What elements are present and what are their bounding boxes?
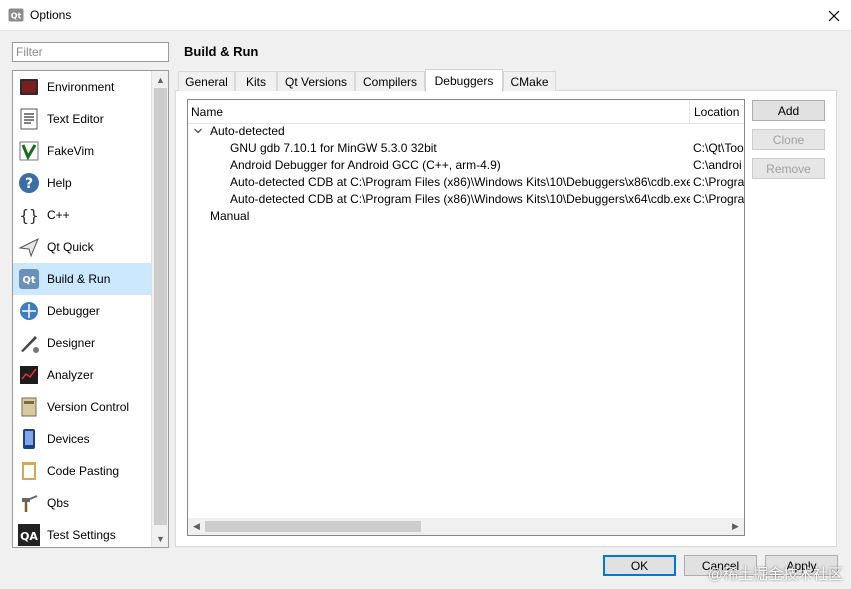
debugger-name: Auto-detected CDB at C:\Program Files (x…	[230, 192, 690, 206]
build-run-icon: Qt	[19, 269, 39, 289]
sidebar-item-cpp[interactable]: {} C++	[13, 199, 151, 231]
sidebar-item-version-control[interactable]: Version Control	[13, 391, 151, 423]
sidebar-item-help[interactable]: ? Help	[13, 167, 151, 199]
group-label-auto-detected: Auto-detected	[210, 124, 285, 138]
column-separator[interactable]	[689, 100, 690, 124]
debugger-location: C:\Progra	[693, 175, 745, 189]
scroll-up-arrow-icon[interactable]: ▲	[152, 71, 168, 88]
fakevim-icon	[19, 141, 39, 161]
debuggers-tree[interactable]: Name Location Auto-detected GNU gdb 7.10…	[187, 99, 745, 536]
svg-text:Qt: Qt	[22, 275, 36, 286]
cpp-icon: {}	[19, 206, 38, 225]
qbs-icon	[22, 495, 38, 512]
sidebar-item-label: Designer	[47, 336, 96, 350]
close-icon	[828, 10, 840, 21]
sidebar-item-build-run[interactable]: Qt Build & Run	[13, 263, 151, 295]
designer-icon	[21, 336, 39, 353]
text-editor-icon	[20, 108, 38, 130]
sidebar-item-test-settings[interactable]: QA Test Settings	[13, 519, 151, 547]
qt-creator-app-icon: Qt	[8, 8, 24, 22]
tab-qt-versions[interactable]: Qt Versions	[277, 71, 355, 91]
sidebar-item-qt-quick[interactable]: Qt Quick	[13, 231, 151, 263]
qt-quick-icon	[18, 237, 39, 258]
tree-group-row[interactable]: Auto-detected	[188, 124, 744, 141]
sidebar-item-label: Build & Run	[47, 272, 111, 286]
sidebar-item-label: Qt Quick	[47, 240, 94, 254]
sidebar-item-devices[interactable]: Devices	[13, 423, 151, 455]
tab-cmake[interactable]: CMake	[503, 71, 556, 91]
chevron-down-icon[interactable]	[192, 125, 204, 137]
analyzer-icon	[20, 366, 38, 384]
sidebar-item-label: Test Settings	[47, 528, 116, 542]
sidebar-item-text-editor[interactable]: Text Editor	[13, 103, 151, 135]
sidebar-item-designer[interactable]: Designer	[13, 327, 151, 359]
sidebar-item-label: Environment	[47, 80, 115, 94]
environment-icon	[20, 79, 38, 95]
sidebar-item-qbs[interactable]: Qbs	[13, 487, 151, 519]
svg-text:?: ?	[25, 176, 33, 192]
table-row[interactable]: Auto-detected CDB at C:\Program Files (x…	[188, 192, 744, 209]
category-scrollbar[interactable]: ▲ ▼	[151, 71, 168, 547]
sidebar-item-label: C++	[47, 208, 70, 222]
scroll-right-arrow-icon[interactable]: ▶	[727, 518, 744, 535]
help-icon: ?	[19, 173, 39, 193]
window-title: Options	[30, 8, 72, 22]
scrollbar-thumb[interactable]	[205, 521, 421, 532]
title-bar: Qt Options	[0, 0, 851, 31]
sidebar-item-label: Version Control	[47, 400, 130, 414]
sidebar-item-label: Debugger	[47, 304, 100, 318]
devices-icon	[23, 429, 35, 449]
sidebar-item-debugger[interactable]: Debugger	[13, 295, 151, 327]
scroll-down-arrow-icon[interactable]: ▼	[152, 530, 168, 547]
sidebar-item-code-pasting[interactable]: Code Pasting	[13, 455, 151, 487]
tab-kits[interactable]: Kits	[235, 71, 277, 91]
page-title: Build & Run	[184, 44, 259, 59]
sidebar-item-label: Devices	[47, 432, 90, 446]
clone-debugger-button[interactable]: Clone	[752, 129, 825, 150]
tab-general[interactable]: General	[178, 71, 235, 91]
version-control-icon	[21, 397, 37, 417]
table-row[interactable]: GNU gdb 7.10.1 for MinGW 5.3.0 32bit C:\…	[188, 141, 744, 158]
sidebar-item-label: Help	[47, 176, 72, 190]
sidebar-item-environment[interactable]: Environment	[13, 71, 151, 103]
category-list[interactable]: Environment Text Editor FakeVim? Help {} C++ Q…	[12, 70, 169, 548]
table-row[interactable]: Auto-detected CDB at C:\Program Files (x…	[188, 175, 744, 192]
tree-group-row[interactable]: Manual	[188, 209, 744, 226]
table-row[interactable]: Android Debugger for Android GCC (C++, a…	[188, 158, 744, 175]
tree-horizontal-scrollbar[interactable]: ◀ ▶	[188, 518, 744, 535]
remove-debugger-button[interactable]: Remove	[752, 158, 825, 179]
scroll-left-arrow-icon[interactable]: ◀	[188, 518, 205, 535]
svg-text:Qt: Qt	[11, 12, 22, 21]
svg-text:QA: QA	[20, 530, 38, 543]
scrollbar-thumb[interactable]	[154, 88, 167, 525]
debugger-icon	[20, 302, 38, 320]
debugger-name: GNU gdb 7.10.1 for MinGW 5.3.0 32bit	[230, 141, 437, 155]
add-debugger-button[interactable]: Add	[752, 100, 825, 121]
close-button[interactable]	[817, 0, 851, 31]
ok-button[interactable]: OK	[603, 555, 676, 576]
tree-header: Name Location	[188, 100, 744, 124]
sidebar-item-label: FakeVim	[47, 144, 95, 158]
debugger-name: Auto-detected CDB at C:\Program Files (x…	[230, 175, 690, 189]
sidebar-item-label: Text Editor	[47, 112, 104, 126]
debugger-location: C:\Progra	[693, 192, 745, 206]
sidebar-item-label: Analyzer	[47, 368, 94, 382]
column-header-name[interactable]: Name	[191, 105, 223, 119]
svg-text:{}: {}	[19, 206, 38, 225]
sidebar-item-label: Code Pasting	[47, 464, 120, 478]
tab-compilers[interactable]: Compilers	[355, 71, 425, 91]
debugger-name: Android Debugger for Android GCC (C++, a…	[230, 158, 501, 172]
test-settings-icon: QA	[18, 524, 40, 546]
sidebar-item-analyzer[interactable]: Analyzer	[13, 359, 151, 391]
debugger-location: C:\Qt\Too	[693, 141, 744, 155]
sidebar-item-fakevim[interactable]: FakeVim	[13, 135, 151, 167]
filter-input[interactable]	[12, 42, 169, 62]
debugger-location: C:\androi	[693, 158, 742, 172]
column-header-location[interactable]: Location	[694, 105, 739, 119]
watermark: @稀土掘金技术社区	[707, 566, 843, 583]
code-pasting-icon	[22, 462, 36, 480]
group-label-manual: Manual	[210, 209, 250, 223]
sidebar-item-label: Qbs	[47, 496, 70, 510]
tab-debuggers[interactable]: Debuggers	[425, 69, 503, 92]
